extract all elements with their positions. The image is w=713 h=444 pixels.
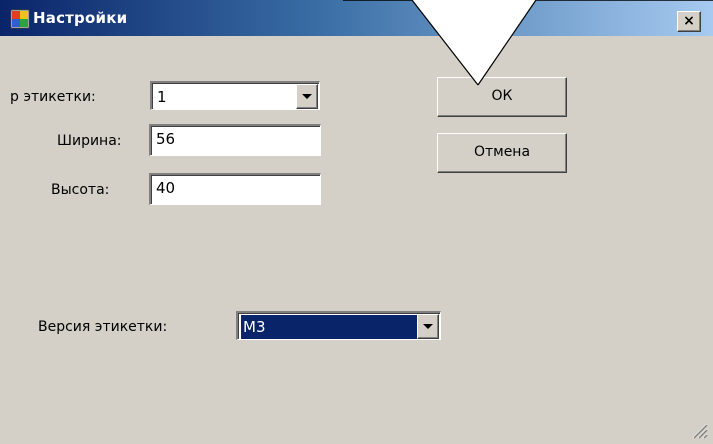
width-input[interactable]: 56: [149, 124, 321, 156]
close-button[interactable]: ×: [677, 11, 701, 32]
title-bar[interactable]: Настройки ×: [0, 0, 713, 36]
version-dropdown-button[interactable]: [417, 314, 439, 339]
app-window-icon: [10, 9, 30, 29]
version-combo[interactable]: М3: [236, 311, 441, 340]
version-value: М3: [241, 315, 419, 339]
screen: Настройки × р этикетки: 1 Ширина: 56 Выс…: [0, 0, 713, 444]
close-icon: ×: [683, 13, 695, 29]
width-label: Ширина:: [57, 133, 122, 149]
height-label: Высота:: [51, 182, 110, 198]
chevron-down-icon: [302, 94, 312, 99]
label-type-combo[interactable]: 1: [150, 81, 320, 110]
label-type-value: 1: [157, 88, 167, 106]
height-input[interactable]: 40: [149, 173, 321, 205]
cancel-button[interactable]: Отмена: [437, 133, 567, 173]
label-type-dropdown-button[interactable]: [296, 84, 318, 109]
window-title: Настройки: [33, 9, 128, 27]
chevron-down-icon: [423, 324, 433, 329]
resize-grip-icon[interactable]: [687, 418, 709, 440]
label-type-label: р этикетки:: [10, 89, 96, 105]
settings-dialog: Настройки × р этикетки: 1 Ширина: 56 Выс…: [0, 0, 713, 444]
version-label: Версия этикетки:: [38, 319, 168, 335]
ok-button[interactable]: ОК: [437, 77, 567, 117]
